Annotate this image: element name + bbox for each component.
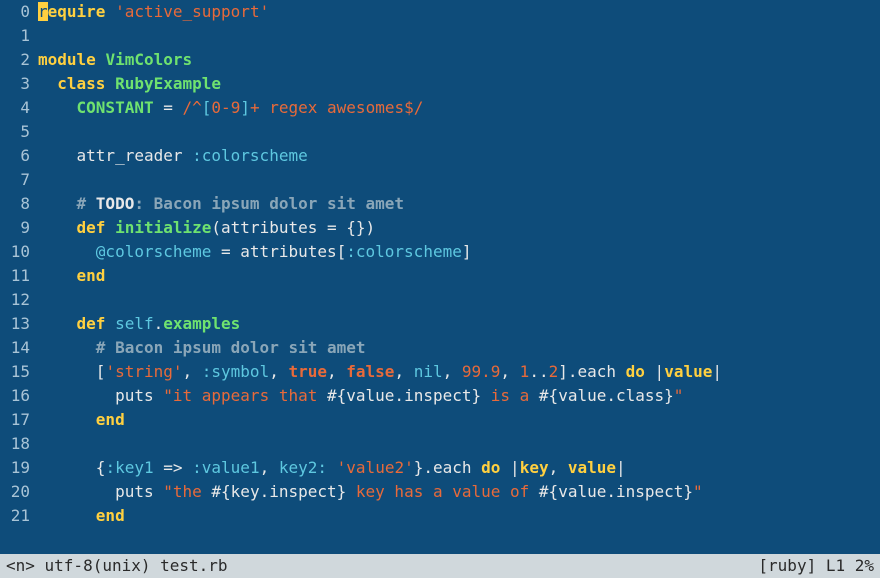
code-line[interactable] — [38, 24, 880, 48]
line-number-gutter: 0123456789101112131415161718192021 — [0, 0, 38, 554]
line-number: 14 — [0, 336, 30, 360]
code-line[interactable] — [38, 288, 880, 312]
line-number: 16 — [0, 384, 30, 408]
code-line[interactable]: end — [38, 264, 880, 288]
status-left: <n> utf-8(unix) test.rb — [6, 554, 228, 578]
status-line: <n> utf-8(unix) test.rb [ruby] L1 2% — [0, 554, 880, 578]
code-line[interactable]: CONSTANT = /^[0-9]+ regex awesomes$/ — [38, 96, 880, 120]
code-line[interactable] — [38, 168, 880, 192]
line-number: 0 — [0, 0, 30, 24]
code-lines[interactable]: require 'active_support' module VimColor… — [38, 0, 880, 554]
code-line[interactable]: end — [38, 504, 880, 528]
code-line[interactable]: def initialize(attributes = {}) — [38, 216, 880, 240]
line-number: 2 — [0, 48, 30, 72]
code-line[interactable] — [38, 432, 880, 456]
code-line[interactable]: attr_reader :colorscheme — [38, 144, 880, 168]
line-number: 5 — [0, 120, 30, 144]
line-number: 19 — [0, 456, 30, 480]
code-line[interactable]: @colorscheme = attributes[:colorscheme] — [38, 240, 880, 264]
line-number: 21 — [0, 504, 30, 528]
line-number: 12 — [0, 288, 30, 312]
line-number: 11 — [0, 264, 30, 288]
code-line[interactable] — [38, 120, 880, 144]
line-number: 4 — [0, 96, 30, 120]
line-number: 13 — [0, 312, 30, 336]
line-number: 6 — [0, 144, 30, 168]
code-line[interactable]: require 'active_support' — [38, 0, 880, 24]
code-line[interactable]: end — [38, 408, 880, 432]
line-number: 10 — [0, 240, 30, 264]
line-number: 15 — [0, 360, 30, 384]
code-area[interactable]: 0123456789101112131415161718192021 requi… — [0, 0, 880, 554]
status-right: [ruby] L1 2% — [758, 554, 874, 578]
line-number: 3 — [0, 72, 30, 96]
code-line[interactable]: # TODO: Bacon ipsum dolor sit amet — [38, 192, 880, 216]
code-line[interactable]: {:key1 => :value1, key2: 'value2'}.each … — [38, 456, 880, 480]
line-number: 9 — [0, 216, 30, 240]
line-number: 20 — [0, 480, 30, 504]
line-number: 18 — [0, 432, 30, 456]
code-line[interactable]: ['string', :symbol, true, false, nil, 99… — [38, 360, 880, 384]
vim-editor: 0123456789101112131415161718192021 requi… — [0, 0, 880, 578]
line-number: 8 — [0, 192, 30, 216]
code-line[interactable]: def self.examples — [38, 312, 880, 336]
code-line[interactable]: class RubyExample — [38, 72, 880, 96]
line-number: 17 — [0, 408, 30, 432]
code-line[interactable]: module VimColors — [38, 48, 880, 72]
code-line[interactable]: puts "it appears that #{value.inspect} i… — [38, 384, 880, 408]
line-number: 1 — [0, 24, 30, 48]
line-number: 7 — [0, 168, 30, 192]
code-line[interactable]: # Bacon ipsum dolor sit amet — [38, 336, 880, 360]
code-line[interactable]: puts "the #{key.inspect} key has a value… — [38, 480, 880, 504]
